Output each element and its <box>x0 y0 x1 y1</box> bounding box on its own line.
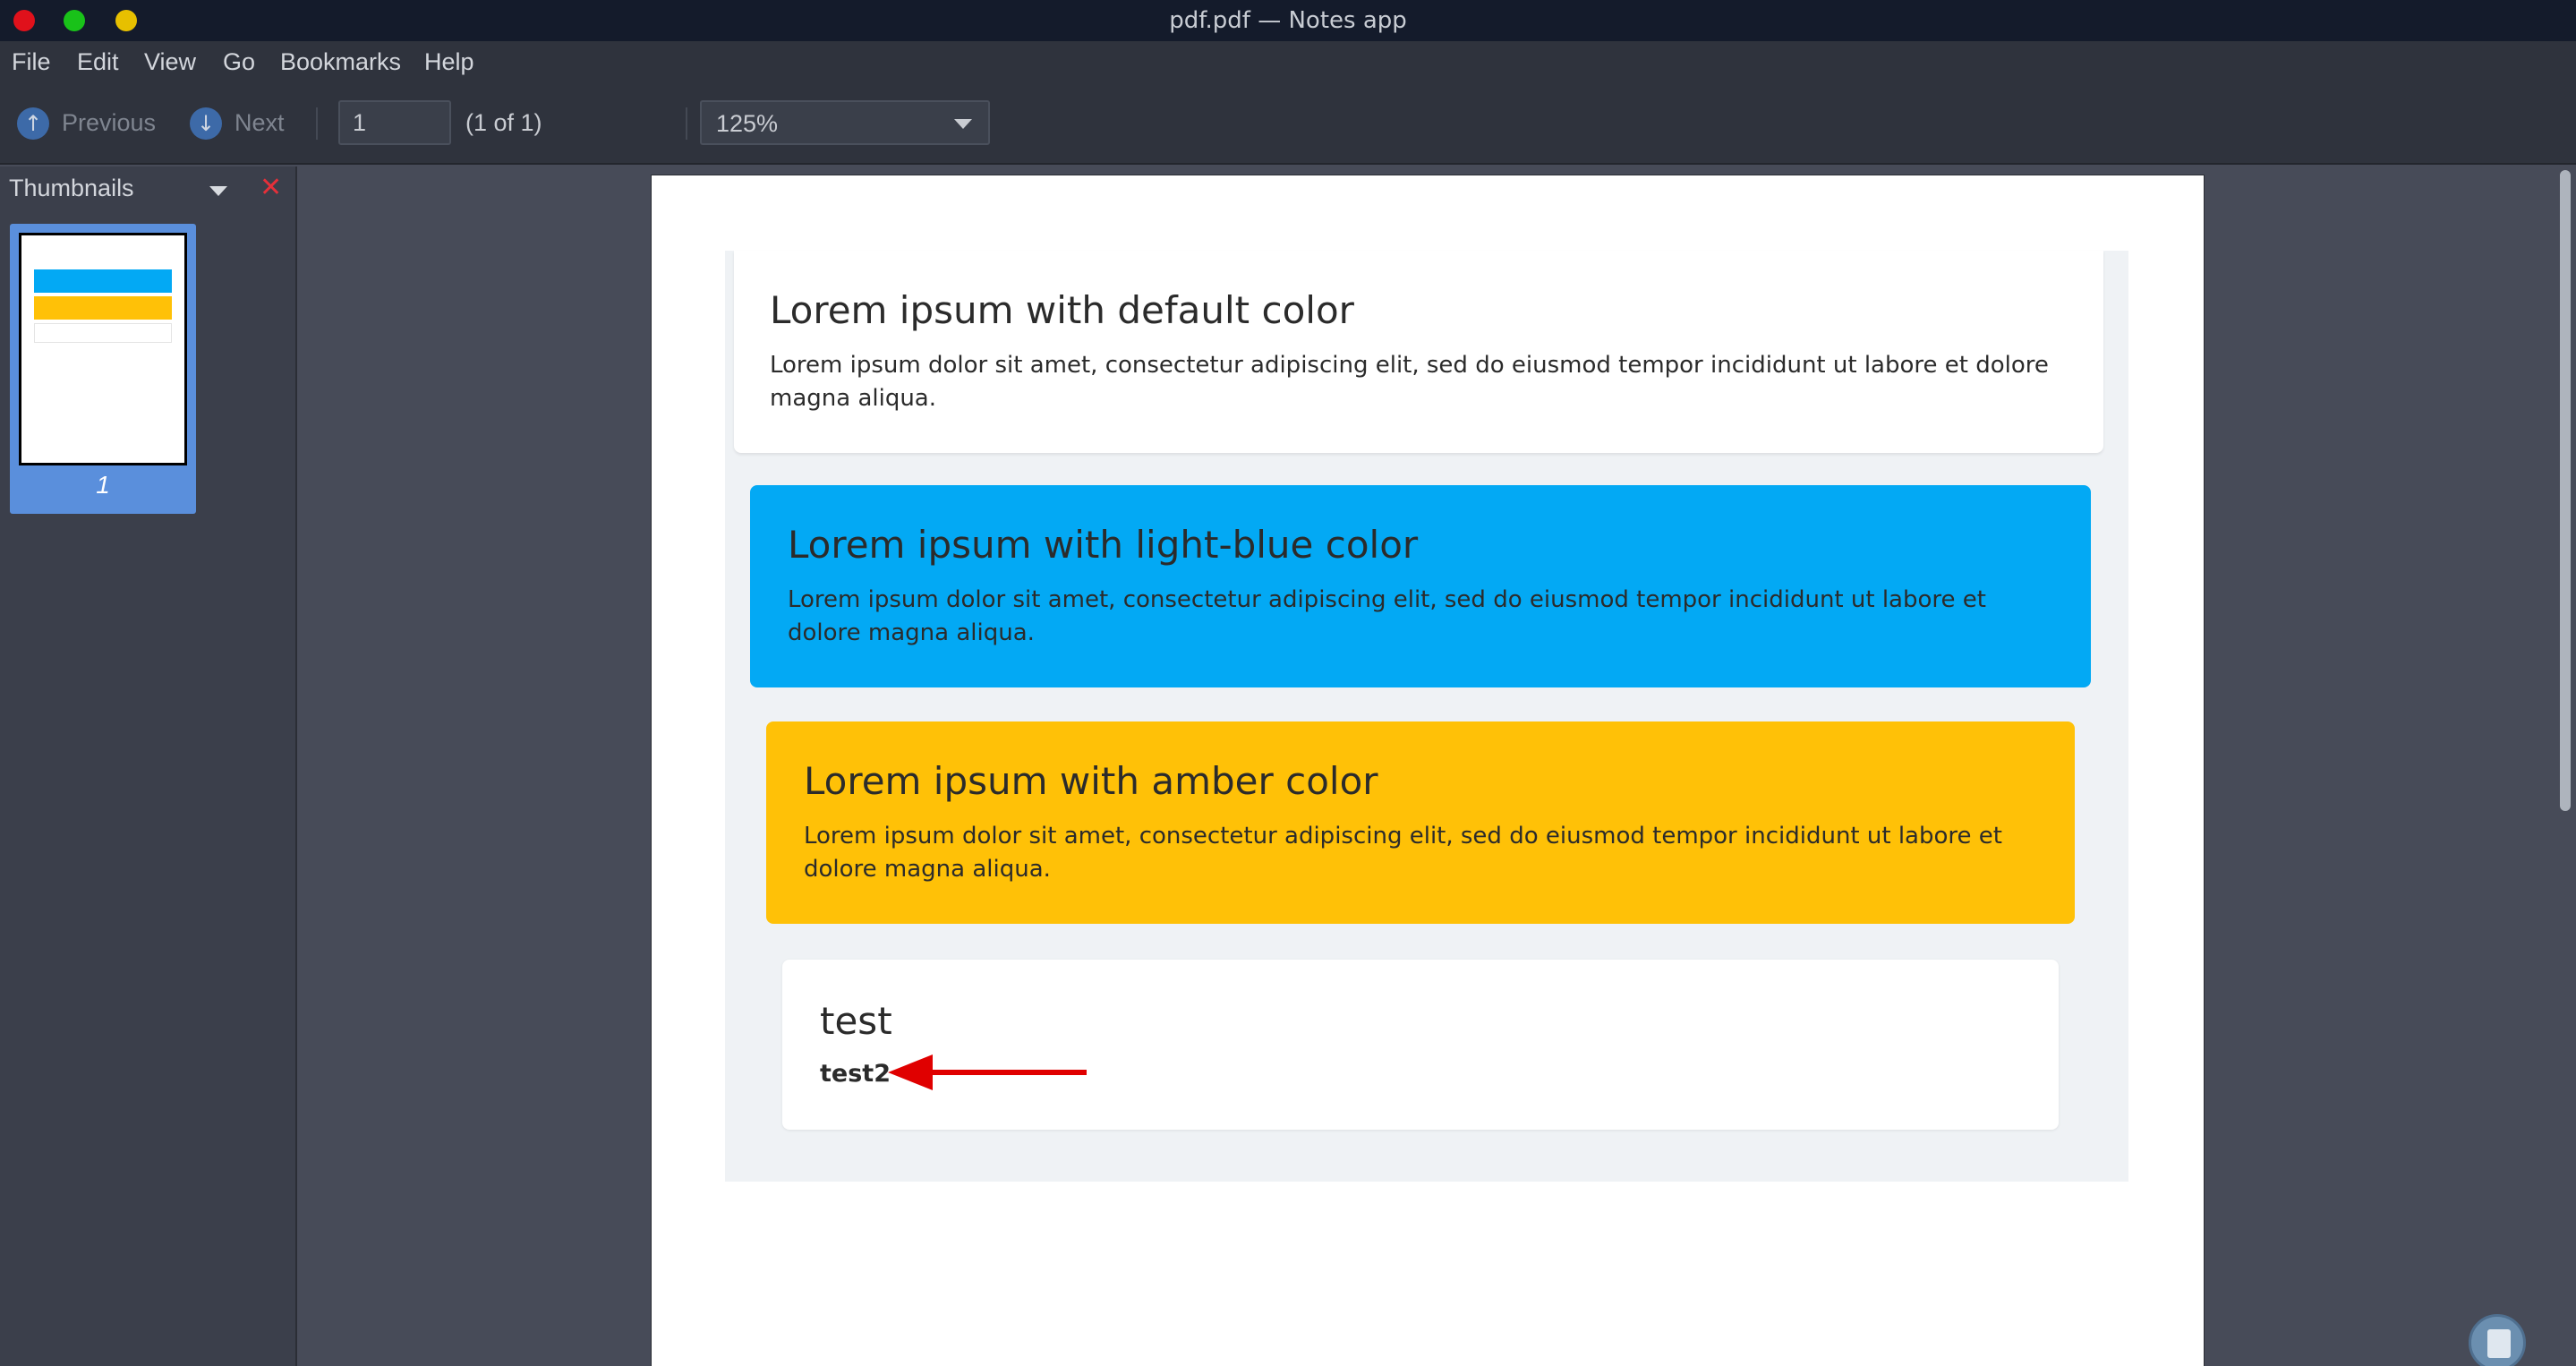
menu-bar: File Edit View Go Bookmarks Help <box>0 41 2576 84</box>
card-test: test test2 <box>782 960 2059 1130</box>
sidebar-title: Thumbnails <box>9 175 134 201</box>
menu-file[interactable]: File <box>12 48 51 76</box>
thumb-card-lightblue <box>34 269 172 293</box>
thumbnails-sidebar: Thumbnails ✕ 1 <box>0 166 297 1366</box>
toolbar-separator <box>686 107 687 140</box>
page-count-label: (1 of 1) <box>465 109 542 136</box>
scrollbar-thumb[interactable] <box>2560 170 2571 811</box>
menu-go[interactable]: Go <box>223 48 255 76</box>
card-body: Lorem ipsum dolor sit amet, consectetur … <box>804 823 2002 883</box>
thumb-card-amber <box>34 296 172 320</box>
thumb-card-test <box>34 323 172 343</box>
toolbar: ↑ Previous ↓ Next 1 (1 of 1) 125% <box>0 84 2576 165</box>
sidebar-header: Thumbnails ✕ <box>0 166 295 213</box>
card-body: Lorem ipsum dolor sit amet, consectetur … <box>770 352 2049 412</box>
card-title: Lorem ipsum with amber color <box>804 759 1378 803</box>
close-icon[interactable]: ✕ <box>260 172 282 203</box>
card-body: Lorem ipsum dolor sit amet, consectetur … <box>788 586 1986 646</box>
card-light-blue: Lorem ipsum with light-blue color Lorem … <box>750 485 2091 687</box>
card-amber: Lorem ipsum with amber color Lorem ipsum… <box>766 721 2075 924</box>
window-title: pdf.pdf — Notes app <box>1169 7 1407 34</box>
test-subtitle: test2 <box>820 1060 891 1088</box>
chevron-down-icon[interactable] <box>209 186 227 196</box>
arrow-up-icon[interactable]: ↑ <box>17 107 49 140</box>
page-thumbnail[interactable]: 1 <box>10 224 196 514</box>
title-bar: pdf.pdf — Notes app <box>0 0 2576 41</box>
clipboard-icon <box>2487 1329 2511 1358</box>
previous-button[interactable]: Previous <box>62 109 156 137</box>
menu-help[interactable]: Help <box>424 48 474 76</box>
menu-bookmarks[interactable]: Bookmarks <box>280 48 401 76</box>
thumbnail-preview <box>19 233 187 465</box>
next-button[interactable]: Next <box>235 109 285 137</box>
card-default: Lorem ipsum with default color Lorem ips… <box>734 251 2103 453</box>
menu-edit[interactable]: Edit <box>77 48 119 76</box>
red-arrow-icon <box>888 1054 1087 1090</box>
arrow-down-icon[interactable]: ↓ <box>190 107 222 140</box>
zoom-select[interactable]: 125% <box>700 100 990 145</box>
pdf-page: Lorem ipsum with default color Lorem ips… <box>652 175 2204 1366</box>
card-title: Lorem ipsum with default color <box>770 288 1354 332</box>
page-number-input[interactable]: 1 <box>338 100 451 145</box>
card-title: Lorem ipsum with light-blue color <box>788 523 1419 567</box>
zoom-value: 125% <box>716 110 779 137</box>
thumbnail-page-number: 1 <box>96 471 110 499</box>
toolbar-separator <box>316 107 318 140</box>
test-title: test <box>820 999 892 1043</box>
clipboard-button[interactable] <box>2469 1314 2526 1366</box>
chevron-down-icon <box>954 119 972 129</box>
document-viewer: Lorem ipsum with default color Lorem ips… <box>299 166 2576 1366</box>
menu-view[interactable]: View <box>144 48 196 76</box>
